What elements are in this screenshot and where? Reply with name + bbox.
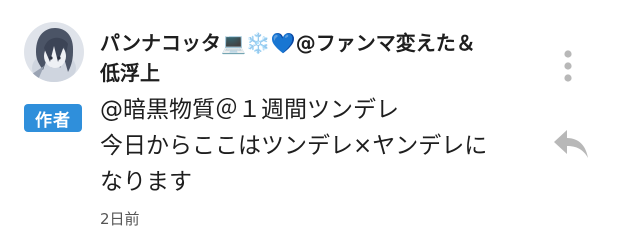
author-emojis: 💻❄️💙 (221, 31, 296, 55)
comment-body-line: @暗黒物質＠１週間ツンデレ (100, 97, 399, 123)
comment-timestamp: 2日前 (100, 210, 140, 228)
comment-body-line: 今日からここはツンデレ×ヤンデレに (100, 133, 488, 159)
author-badge: 作者 (24, 104, 82, 132)
comment-author-name[interactable]: パンナコッタ💻❄️💙@ファンマ変えた＆ 低浮上 (100, 28, 520, 88)
author-name-suffix-2: 低浮上 (100, 61, 160, 85)
avatar[interactable] (24, 22, 84, 82)
more-vertical-icon[interactable] (558, 48, 578, 84)
comment-body-line: なります (100, 169, 192, 195)
author-name-text: パンナコッタ (100, 31, 221, 55)
avatar-image (24, 22, 84, 82)
comment-body: @暗黒物質＠１週間ツンデレ 今日からここはツンデレ×ヤンデレに なります (100, 92, 530, 200)
comment-item: 作者 パンナコッタ💻❄️💙@ファンマ変えた＆ 低浮上 @暗黒物質＠１週間ツンデレ… (0, 0, 640, 240)
author-name-suffix: @ファンマ変えた＆ (295, 31, 476, 55)
reply-arrow-icon[interactable] (552, 128, 590, 160)
